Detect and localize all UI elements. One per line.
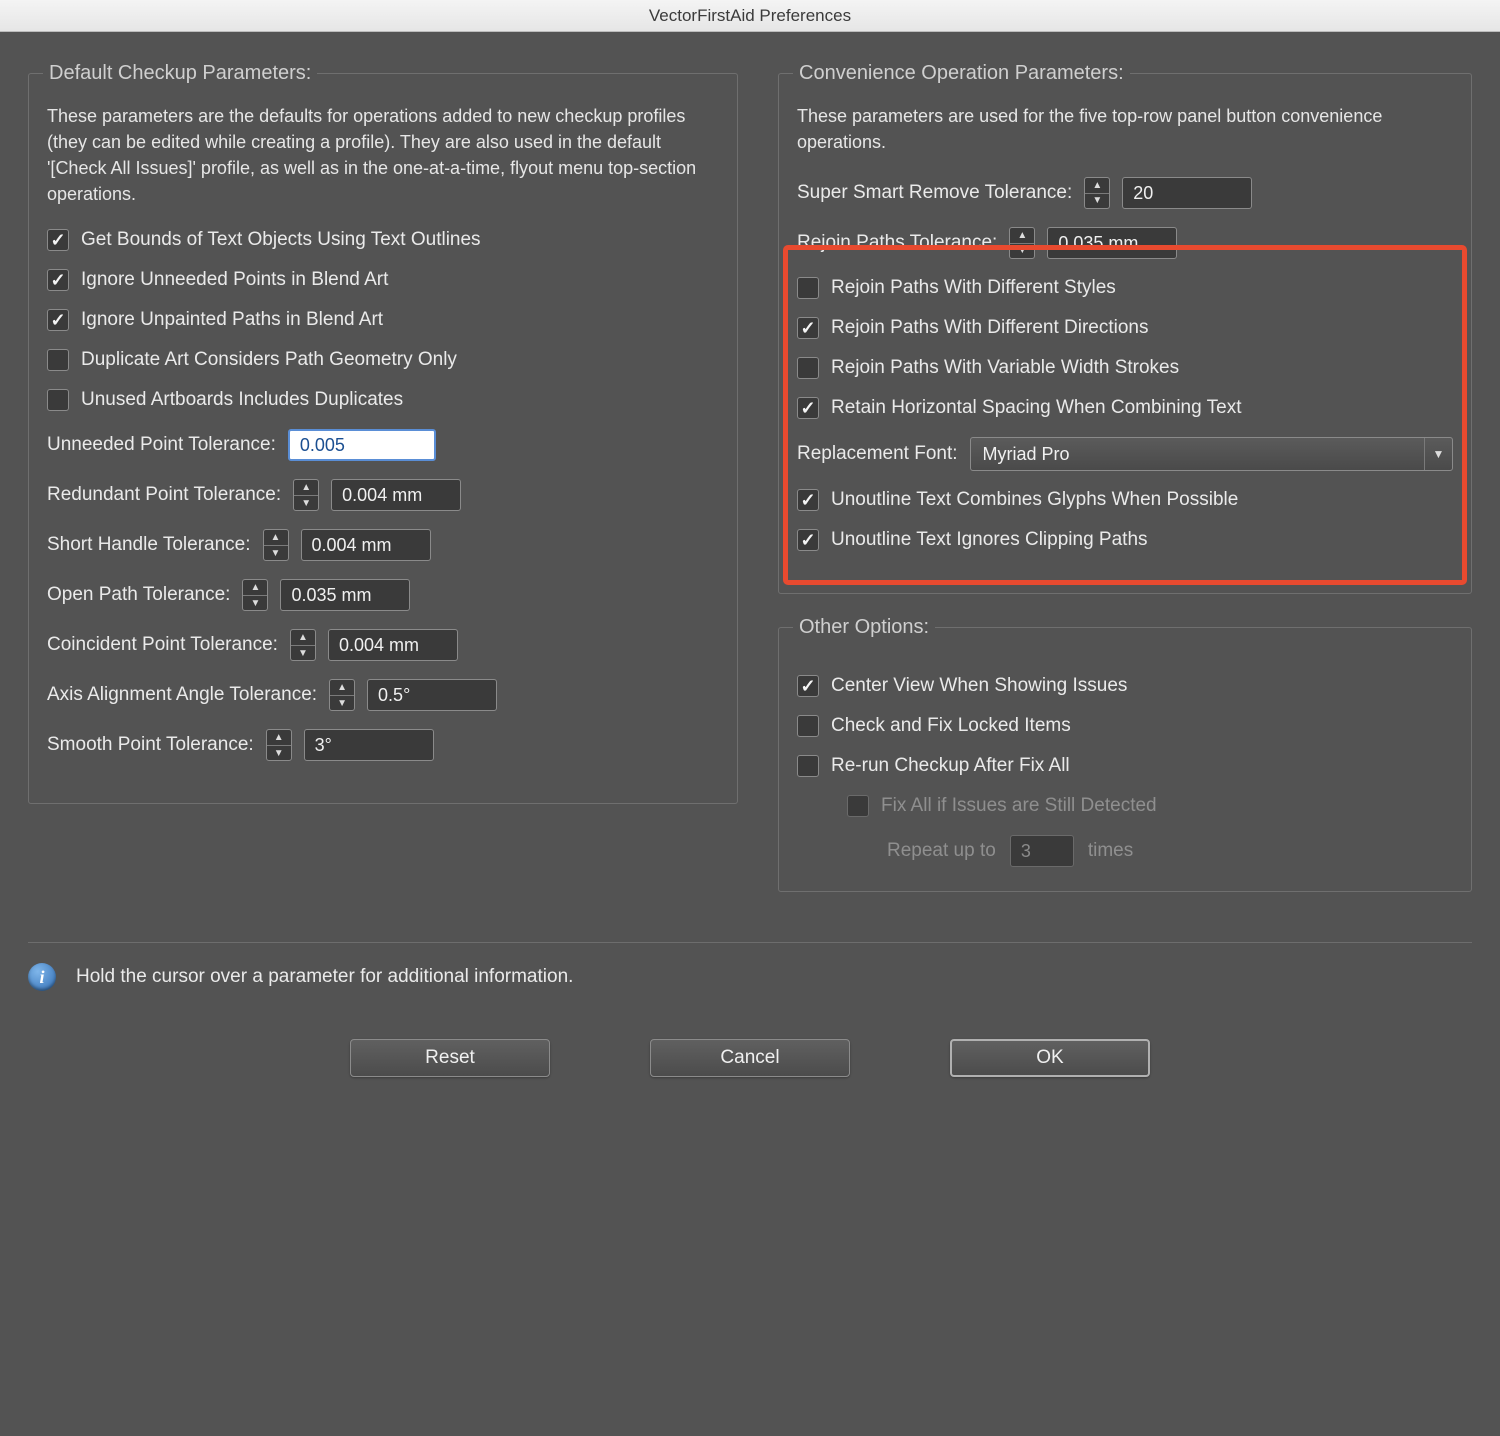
- checkbox-fixall-still: [847, 795, 869, 817]
- open-path-label: Open Path Tolerance:: [47, 584, 230, 606]
- checkbox-text-outlines[interactable]: [47, 229, 69, 251]
- label-dup-geometry: Duplicate Art Considers Path Geometry On…: [81, 349, 457, 371]
- smooth-stepper[interactable]: ▲▼: [266, 729, 292, 761]
- label-ignore-unpainted-blend: Ignore Unpainted Paths in Blend Art: [81, 309, 383, 331]
- super-smart-stepper[interactable]: ▲▼: [1084, 177, 1110, 209]
- redundant-point-stepper[interactable]: ▲▼: [293, 479, 319, 511]
- redundant-point-input[interactable]: [331, 479, 461, 511]
- open-path-stepper[interactable]: ▲▼: [242, 579, 268, 611]
- axis-stepper[interactable]: ▲▼: [329, 679, 355, 711]
- hint-text: Hold the cursor over a parameter for add…: [76, 966, 573, 988]
- replacement-font-value: Myriad Pro: [983, 444, 1070, 465]
- label-check-locked: Check and Fix Locked Items: [831, 715, 1071, 737]
- label-unoutline-combine: Unoutline Text Combines Glyphs When Poss…: [831, 489, 1238, 511]
- label-unoutline-clip: Unoutline Text Ignores Clipping Paths: [831, 529, 1148, 551]
- label-center-view: Center View When Showing Issues: [831, 675, 1127, 697]
- checkbox-rejoin-varwidth[interactable]: [797, 357, 819, 379]
- label-ignore-points-blend: Ignore Unneeded Points in Blend Art: [81, 269, 388, 291]
- stepper-up-icon[interactable]: ▲: [294, 480, 318, 496]
- stepper-up-icon[interactable]: ▲: [330, 680, 354, 696]
- axis-label: Axis Alignment Angle Tolerance:: [47, 684, 317, 706]
- short-handle-stepper[interactable]: ▲▼: [263, 529, 289, 561]
- coincident-stepper[interactable]: ▲▼: [290, 629, 316, 661]
- smooth-label: Smooth Point Tolerance:: [47, 734, 254, 756]
- checkbox-unoutline-combine[interactable]: [797, 489, 819, 511]
- checkbox-rejoin-dirs[interactable]: [797, 317, 819, 339]
- repeat-input: [1010, 835, 1074, 867]
- checkbox-retain-hspace[interactable]: [797, 397, 819, 419]
- default-checkup-desc: These parameters are the defaults for op…: [47, 103, 719, 207]
- unneeded-point-input[interactable]: [288, 429, 436, 461]
- divider: [28, 942, 1472, 943]
- other-options-legend: Other Options:: [793, 616, 935, 639]
- checkbox-dup-geometry[interactable]: [47, 349, 69, 371]
- stepper-down-icon[interactable]: ▼: [330, 696, 354, 711]
- checkbox-ignore-unpainted-blend[interactable]: [47, 309, 69, 331]
- convenience-legend: Convenience Operation Parameters:: [793, 62, 1130, 85]
- label-unused-artboards: Unused Artboards Includes Duplicates: [81, 389, 403, 411]
- checkbox-ignore-points-blend[interactable]: [47, 269, 69, 291]
- info-icon: i: [28, 963, 56, 991]
- coincident-input[interactable]: [328, 629, 458, 661]
- repeat-pre-label: Repeat up to: [887, 840, 996, 862]
- super-smart-input[interactable]: [1122, 177, 1252, 209]
- label-rerun: Re-run Checkup After Fix All: [831, 755, 1070, 777]
- label-rejoin-styles: Rejoin Paths With Different Styles: [831, 277, 1116, 299]
- short-handle-label: Short Handle Tolerance:: [47, 534, 251, 556]
- label-retain-hspace: Retain Horizontal Spacing When Combining…: [831, 397, 1241, 419]
- stepper-up-icon[interactable]: ▲: [267, 730, 291, 746]
- stepper-up-icon[interactable]: ▲: [264, 530, 288, 546]
- ok-button[interactable]: OK: [950, 1039, 1150, 1077]
- label-rejoin-varwidth: Rejoin Paths With Variable Width Strokes: [831, 357, 1179, 379]
- label-fixall-still: Fix All if Issues are Still Detected: [881, 795, 1157, 817]
- stepper-up-icon[interactable]: ▲: [243, 580, 267, 596]
- stepper-down-icon[interactable]: ▼: [1085, 194, 1109, 209]
- smooth-input[interactable]: [304, 729, 434, 761]
- checkbox-unused-artboards[interactable]: [47, 389, 69, 411]
- coincident-label: Coincident Point Tolerance:: [47, 634, 278, 656]
- stepper-up-icon[interactable]: ▲: [1010, 228, 1034, 244]
- checkbox-check-locked[interactable]: [797, 715, 819, 737]
- open-path-input[interactable]: [280, 579, 410, 611]
- label-rejoin-dirs: Rejoin Paths With Different Directions: [831, 317, 1149, 339]
- checkbox-rerun[interactable]: [797, 755, 819, 777]
- reset-button[interactable]: Reset: [350, 1039, 550, 1077]
- short-handle-input[interactable]: [301, 529, 431, 561]
- label-text-outlines: Get Bounds of Text Objects Using Text Ou…: [81, 229, 481, 251]
- stepper-up-icon[interactable]: ▲: [1085, 178, 1109, 194]
- stepper-down-icon[interactable]: ▼: [267, 746, 291, 761]
- default-checkup-legend: Default Checkup Parameters:: [43, 62, 317, 85]
- other-options-group: Other Options: Center View When Showing …: [778, 616, 1472, 892]
- redundant-point-label: Redundant Point Tolerance:: [47, 484, 281, 506]
- repeat-post-label: times: [1088, 840, 1133, 862]
- stepper-down-icon[interactable]: ▼: [264, 546, 288, 561]
- checkbox-unoutline-clip[interactable]: [797, 529, 819, 551]
- stepper-down-icon[interactable]: ▼: [243, 596, 267, 611]
- unneeded-point-label: Unneeded Point Tolerance:: [47, 434, 276, 456]
- checkbox-center-view[interactable]: [797, 675, 819, 697]
- dropdown-arrow-icon: ▼: [1424, 438, 1452, 470]
- axis-input[interactable]: [367, 679, 497, 711]
- checkbox-rejoin-styles[interactable]: [797, 277, 819, 299]
- rejoin-tol-stepper[interactable]: ▲▼: [1009, 227, 1035, 259]
- stepper-up-icon[interactable]: ▲: [291, 630, 315, 646]
- rejoin-tol-input[interactable]: [1047, 227, 1177, 259]
- rejoin-tol-label: Rejoin Paths Tolerance:: [797, 232, 997, 254]
- stepper-down-icon[interactable]: ▼: [291, 646, 315, 661]
- default-checkup-group: Default Checkup Parameters: These parame…: [28, 62, 738, 804]
- cancel-button[interactable]: Cancel: [650, 1039, 850, 1077]
- convenience-group: Convenience Operation Parameters: These …: [778, 62, 1472, 594]
- super-smart-label: Super Smart Remove Tolerance:: [797, 182, 1072, 204]
- stepper-down-icon[interactable]: ▼: [294, 496, 318, 511]
- stepper-down-icon[interactable]: ▼: [1010, 244, 1034, 259]
- convenience-desc: These parameters are used for the five t…: [797, 103, 1453, 155]
- replacement-font-dropdown[interactable]: Myriad Pro ▼: [970, 437, 1453, 471]
- replacement-font-label: Replacement Font:: [797, 443, 958, 465]
- window-title: VectorFirstAid Preferences: [0, 0, 1500, 32]
